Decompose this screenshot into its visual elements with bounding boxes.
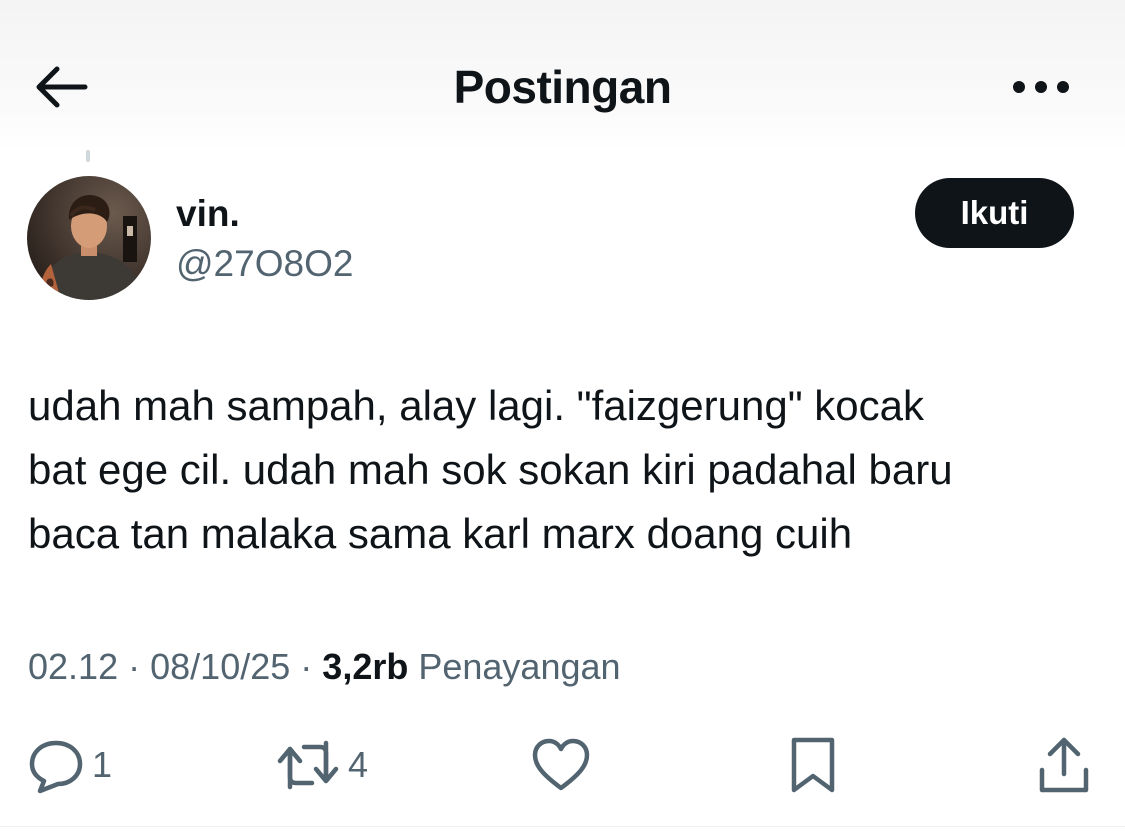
reply-button[interactable]: 1	[26, 730, 112, 800]
more-horizontal-icon	[1013, 81, 1069, 93]
avatar[interactable]	[27, 176, 151, 300]
retweet-count: 4	[348, 744, 369, 785]
more-options-button[interactable]	[1006, 58, 1076, 116]
retweet-icon	[277, 740, 339, 790]
page-title: Postingan	[453, 61, 672, 113]
tweet-text-line: bat ege cil. udah mah sok sokan kiri pad…	[28, 446, 953, 493]
views-label: Penayangan	[418, 646, 621, 687]
share-button[interactable]	[1036, 730, 1092, 800]
tweet-text-line: udah mah sampah, alay lagi. "faizgerung"…	[28, 382, 925, 429]
bookmark-button[interactable]	[788, 730, 838, 800]
like-button[interactable]	[530, 730, 592, 800]
tweet-date[interactable]: 08/10/25	[150, 646, 290, 687]
divider	[0, 826, 1125, 827]
tweet-text: udah mah sampah, alay lagi. "faizgerung"…	[28, 374, 1098, 566]
bookmark-icon	[791, 737, 835, 793]
retweet-button[interactable]: 4	[274, 730, 368, 800]
reply-count: 1	[92, 744, 113, 785]
author-display-name[interactable]: vin.	[176, 192, 240, 236]
author-handle[interactable]: @27O8O2	[176, 242, 353, 286]
views-count: 3,2rb	[322, 646, 409, 687]
meta-separator: ·	[300, 646, 313, 687]
follow-button[interactable]: Ikuti	[915, 178, 1074, 248]
tweet-text-line: baca tan malaka sama karl marx doang cui…	[28, 510, 853, 557]
tweet-meta: 02.12 · 08/10/25 · 3,2rb Penayangan	[28, 644, 621, 690]
top-bar: Postingan	[0, 0, 1125, 150]
reply-icon	[29, 740, 83, 794]
post-detail-screen: Postingan vin. @27O8O2 Ikuti udah mah sa…	[0, 0, 1125, 831]
share-icon	[1039, 737, 1089, 793]
thread-connector	[86, 150, 90, 162]
tweet-time[interactable]: 02.12	[28, 646, 118, 687]
avatar-image	[27, 176, 151, 300]
meta-separator: ·	[128, 646, 141, 687]
heart-icon	[532, 738, 590, 791]
